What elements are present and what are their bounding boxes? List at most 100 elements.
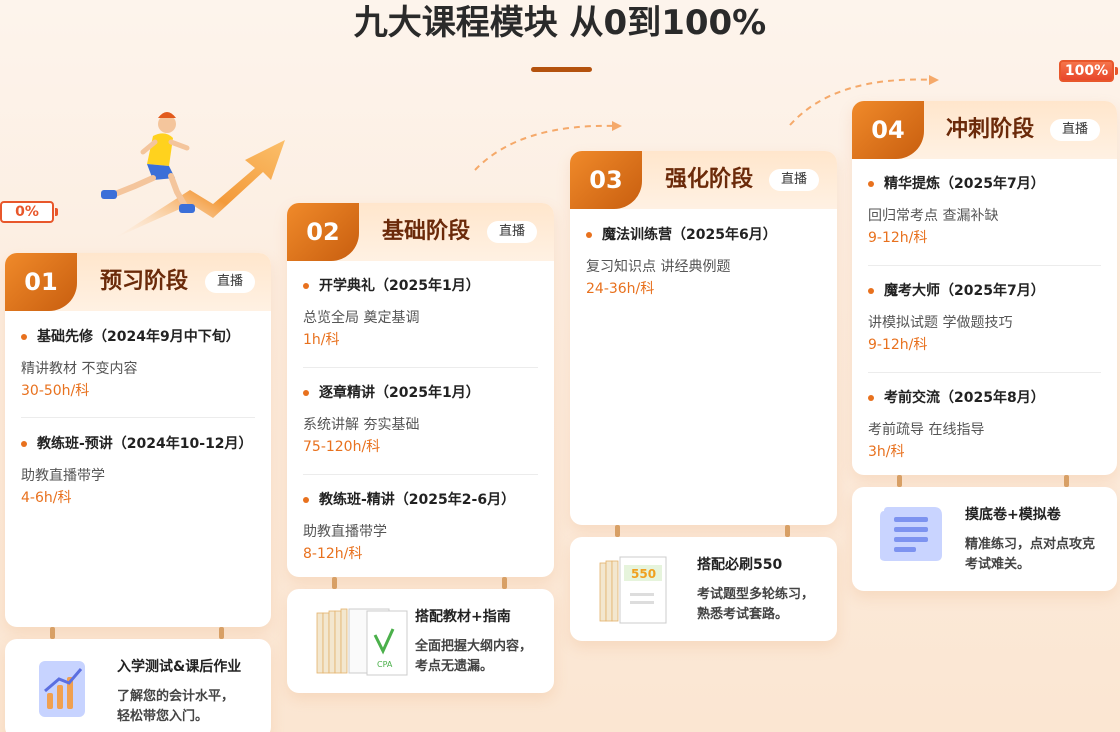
battery-end: 100% [1059,60,1118,82]
item-hours: 4-6h/科 [21,490,72,506]
stage-item: 教练班-精讲（2025年2-6月） 助教直播带学 8-12h/科 [303,490,538,564]
support-desc-line: 全面把握大纲内容， [415,639,533,654]
divider [868,265,1101,266]
stage-item: 基础先修（2024年9月中下旬） 精讲教材 不变内容 30-50h/科 [21,327,255,401]
support-title: 摸底卷+模拟卷 [965,507,1061,523]
stage-name: 基础阶段 [382,219,471,244]
connector-post [1064,475,1069,487]
stage-name: 冲刺阶段 [946,117,1035,142]
support-desc-line: 了解您的会计水平， [117,689,235,704]
connector-post [615,525,620,537]
stage-card-01: 01 预习阶段 直播 基础先修（2024年9月中下旬） 精讲教材 不变内容 30… [5,253,271,627]
stage-card-04: 04 冲刺阶段 直播 精华提炼（2025年7月） 回归常考点 查漏补缺 9-12… [852,101,1117,475]
support-card-04: 摸底卷+模拟卷 精准练习，点对点攻克 考试难关。 [852,487,1117,591]
item-title: 魔考大师（2025年7月） [868,281,1101,301]
stage-item: 考前交流（2025年8月） 考前疏导 在线指导 3h/科 [868,388,1101,462]
support-desc-line: 考试题型多轮练习， [697,587,815,602]
connector-post [502,577,507,589]
support-desc: 精准练习，点对点攻克 考试难关。 [965,535,1095,575]
stage-header: 03 强化阶段 直播 [570,151,837,209]
support-desc: 考试题型多轮练习， 熟悉考试套路。 [697,585,814,625]
live-badge: 直播 [205,271,256,293]
support-title: 搭配教材+指南 [415,609,511,625]
item-desc: 回归常考点 查漏补缺 [868,208,999,224]
stage-item: 魔考大师（2025年7月） 讲模拟试题 学做题技巧 9-12h/科 [868,281,1101,355]
support-title: 入学测试&课后作业 [117,659,242,675]
support-desc-line: 熟悉考试套路。 [697,607,789,622]
connector-post [785,525,790,537]
item-title: 开学典礼（2025年1月） [303,276,538,296]
runner-illustration [101,112,285,238]
item-desc: 系统讲解 夯实基础 [303,417,420,433]
item-desc: 总览全局 奠定基调 [303,310,420,326]
stage-card-03: 03 强化阶段 直播 魔法训练营（2025年6月） 复习知识点 讲经典例题 24… [570,151,837,525]
battery-start: 0% [0,201,58,223]
stage-number: 02 [287,203,359,261]
item-title: 考前交流（2025年8月） [868,388,1101,408]
support-card-01: 入学测试&课后作业 了解您的会计水平， 轻松带您入门。 [5,639,271,732]
item-title: 教练班-预讲（2024年10-12月） [21,434,255,454]
divider [303,367,538,368]
item-desc: 助教直播带学 [21,468,105,484]
item-hours: 9-12h/科 [868,230,928,246]
stage-number: 04 [852,101,924,159]
book-label: 550 [631,567,656,581]
live-badge: 直播 [487,221,538,243]
item-hours: 24-36h/科 [586,281,655,297]
support-desc: 全面把握大纲内容， 考点无遗漏。 [415,637,532,677]
connector-post [50,627,55,639]
support-card-02: CPA 搭配教材+指南 全面把握大纲内容， 考点无遗漏。 [287,589,554,693]
stage-name: 预习阶段 [100,269,189,294]
stage-name: 强化阶段 [665,167,754,192]
stage-number: 01 [5,253,77,311]
support-card-03: 550 搭配必刷550 考试题型多轮练习， 熟悉考试套路。 [570,537,837,641]
support-desc-line: 考试难关。 [965,557,1031,572]
connector-post [219,627,224,639]
support-desc-line: 精准练习，点对点攻克 [965,537,1096,552]
item-title: 基础先修（2024年9月中下旬） [21,327,255,347]
divider [303,474,538,475]
books-550-icon: 550 [599,556,667,624]
stage-header: 04 冲刺阶段 直播 [852,101,1117,159]
stage-header: 01 预习阶段 直播 [5,253,271,311]
item-hours: 75-120h/科 [303,439,381,455]
support-desc-line: 轻松带您入门。 [117,709,209,724]
live-badge: 直播 [769,169,820,191]
books-icon: CPA [316,608,408,676]
stage-number: 03 [570,151,642,209]
item-desc: 讲模拟试题 学做题技巧 [868,315,1013,331]
stage-item: 精华提炼（2025年7月） 回归常考点 查漏补缺 9-12h/科 [868,174,1101,248]
page-title: 九大课程模块 从0到100% [353,3,767,43]
divider [868,372,1101,373]
connector-post [332,577,337,589]
item-desc: 考前疏导 在线指导 [868,422,985,438]
support-title: 搭配必刷550 [697,557,783,573]
support-desc: 了解您的会计水平， 轻松带您入门。 [117,687,234,727]
item-hours: 8-12h/科 [303,546,363,562]
title-underline [531,67,592,72]
item-desc: 精讲教材 不变内容 [21,361,138,377]
item-title: 魔法训练营（2025年6月） [586,225,821,245]
support-desc-line: 考点无遗漏。 [415,659,494,674]
book-label: CPA [377,660,393,669]
scroll-icon [880,507,942,561]
item-title: 教练班-精讲（2025年2-6月） [303,490,538,510]
connector-post [897,475,902,487]
stage-item: 教练班-预讲（2024年10-12月） 助教直播带学 4-6h/科 [21,434,255,508]
stage-item: 开学典礼（2025年1月） 总览全局 奠定基调 1h/科 [303,276,538,350]
item-hours: 9-12h/科 [868,337,928,353]
item-desc: 助教直播带学 [303,524,387,540]
item-hours: 1h/科 [303,332,340,348]
divider [21,417,255,418]
item-hours: 3h/科 [868,444,905,460]
stage-item: 魔法训练营（2025年6月） 复习知识点 讲经典例题 24-36h/科 [586,225,821,299]
stage-item: 逐章精讲（2025年1月） 系统讲解 夯实基础 75-120h/科 [303,383,538,457]
item-desc: 复习知识点 讲经典例题 [586,259,731,275]
stage-card-02: 02 基础阶段 直播 开学典礼（2025年1月） 总览全局 奠定基调 1h/科 … [287,203,554,577]
live-badge: 直播 [1050,119,1101,141]
chart-icon [39,661,85,717]
item-hours: 30-50h/科 [21,383,90,399]
item-title: 逐章精讲（2025年1月） [303,383,538,403]
stage-header: 02 基础阶段 直播 [287,203,554,261]
item-title: 精华提炼（2025年7月） [868,174,1101,194]
